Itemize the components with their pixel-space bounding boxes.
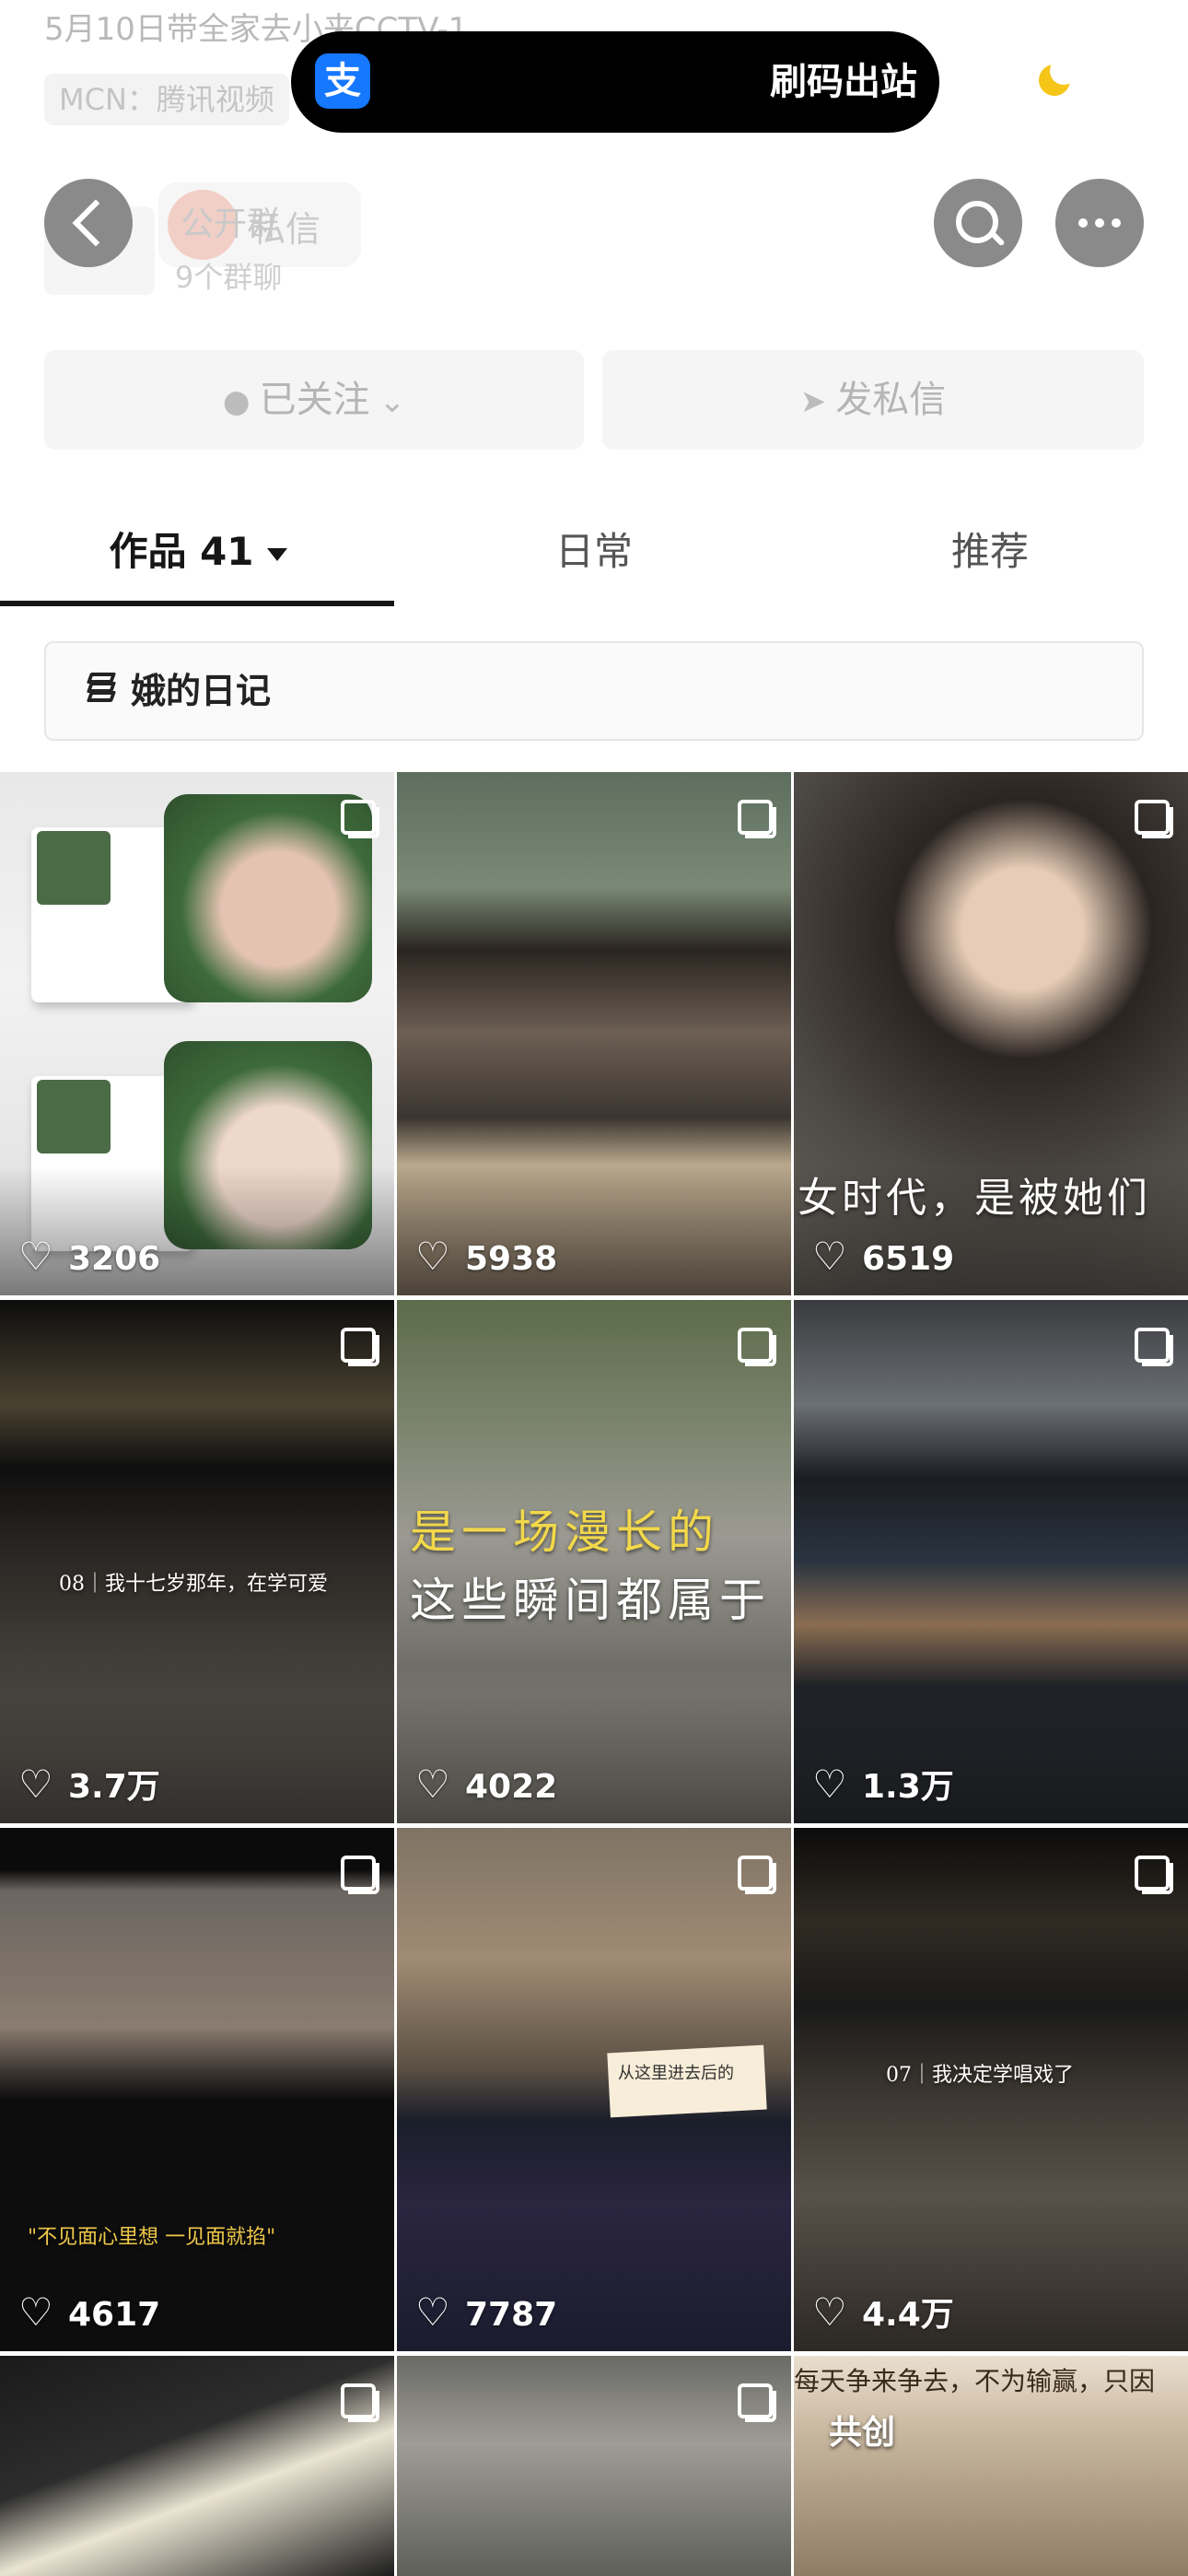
multi-image-icon bbox=[738, 800, 776, 838]
tab-recommend[interactable]: 推荐 bbox=[792, 498, 1188, 606]
like-count: ♡ 4022 bbox=[415, 1762, 558, 1807]
video-caption-secondary: 这些瞬间都属于 bbox=[410, 1574, 771, 1627]
video-caption: 08｜我十七岁那年，在学可爱 bbox=[59, 1573, 328, 1596]
like-count: ♡ 5938 bbox=[415, 1234, 558, 1279]
back-button[interactable] bbox=[44, 179, 133, 267]
pill-label: 刷码出站 bbox=[770, 61, 917, 103]
video-caption: 女时代，是被她们 bbox=[798, 1175, 1151, 1222]
dynamic-island-banner[interactable]: 支 刷码出站 bbox=[291, 31, 939, 133]
heart-icon: ♡ bbox=[415, 1234, 450, 1279]
heart-icon: ♡ bbox=[812, 1234, 847, 1279]
co-creation-badge: 共创 bbox=[829, 2414, 896, 2452]
active-tab-indicator bbox=[0, 601, 394, 606]
video-thumbnail[interactable]: ♡ 3206 bbox=[0, 772, 394, 1295]
caret-down-icon bbox=[266, 547, 287, 561]
heart-icon: ♡ bbox=[812, 1762, 847, 1807]
dm-label: 发私信 bbox=[835, 379, 947, 421]
like-count: ♡ 4617 bbox=[18, 2289, 161, 2335]
video-thumbnail[interactable]: 每天争来争去，不为输赢，只因 共创 bbox=[794, 2356, 1188, 2576]
send-icon: ➤ bbox=[799, 383, 827, 420]
profile-tabs: 作品 41 日常 推荐 bbox=[0, 498, 1188, 610]
video-caption: 每天争来争去，不为输赢，只因 bbox=[794, 2366, 1156, 2396]
like-count: ♡ 3.7万 bbox=[18, 1762, 160, 1807]
multi-image-icon bbox=[738, 1328, 776, 1366]
user-check-icon: ● bbox=[222, 383, 250, 420]
like-count: ♡ 1.3万 bbox=[812, 1762, 954, 1807]
video-thumbnail[interactable]: ♡ 1.3万 bbox=[794, 1300, 1188, 1823]
heart-icon: ♡ bbox=[18, 2289, 53, 2335]
multi-image-icon bbox=[738, 2383, 776, 2422]
video-caption: 07｜我决定学唱戏了 bbox=[886, 2064, 1074, 2087]
heart-icon: ♡ bbox=[18, 1762, 53, 1807]
video-thumbnail[interactable]: 07｜我决定学唱戏了 ♡ 4.4万 bbox=[794, 1828, 1188, 2351]
like-count: ♡ 7787 bbox=[415, 2289, 558, 2335]
follow-label: 已关注 bbox=[259, 379, 370, 421]
multi-image-icon bbox=[341, 1328, 379, 1366]
tab-works-label: 作品 41 bbox=[109, 529, 254, 574]
like-count: ♡ 4.4万 bbox=[812, 2289, 954, 2335]
like-count: ♡ 3206 bbox=[18, 1234, 161, 1279]
video-thumbnail[interactable]: 08｜我十七岁那年，在学可爱 ♡ 3.7万 bbox=[0, 1300, 394, 1823]
video-thumbnail[interactable] bbox=[0, 2356, 394, 2576]
alipay-icon: 支 bbox=[315, 53, 370, 109]
tab-works[interactable]: 作品 41 bbox=[0, 498, 396, 606]
video-grid: ♡ 3206 ♡ 5938 女时代，是被她们 ♡ 6519 08｜我十七岁那年，在学可… bbox=[0, 772, 1188, 2576]
multi-image-icon bbox=[1135, 800, 1173, 838]
group-count: 9个群聊 bbox=[175, 260, 283, 295]
video-thumbnail[interactable]: 从这里进去后的 ♡ 7787 bbox=[397, 1828, 791, 2351]
group-message-label: 私信 bbox=[250, 209, 321, 250]
video-thumbnail[interactable]: ♡ 5938 bbox=[397, 772, 791, 1295]
multi-image-icon bbox=[341, 1856, 379, 1894]
collection-chip[interactable]: 娥的日记 bbox=[44, 641, 1144, 741]
collection-label: 娥的日记 bbox=[131, 671, 272, 711]
heart-icon: ♡ bbox=[415, 2289, 450, 2335]
video-thumbnail[interactable]: 女时代，是被她们 ♡ 6519 bbox=[794, 772, 1188, 1295]
tab-daily[interactable]: 日常 bbox=[396, 498, 792, 606]
multi-image-icon bbox=[341, 800, 379, 838]
like-count: ♡ 6519 bbox=[812, 1234, 955, 1279]
video-thumbnail[interactable]: "不见面心里想 一见面就掐" ♡ 4617 bbox=[0, 1828, 394, 2351]
chevron-down-icon: ⌄ bbox=[379, 383, 406, 420]
video-caption: 从这里进去后的 bbox=[618, 2064, 734, 2083]
heart-icon: ♡ bbox=[812, 2289, 847, 2335]
video-caption: "不见面心里想 一见面就掐" bbox=[28, 2226, 276, 2249]
search-button[interactable] bbox=[934, 179, 1022, 267]
multi-image-icon bbox=[341, 2383, 379, 2422]
video-caption: 是一场漫长的 bbox=[410, 1505, 719, 1559]
heart-icon: ♡ bbox=[415, 1762, 450, 1807]
video-thumbnail[interactable] bbox=[397, 2356, 791, 2576]
moon-icon bbox=[1039, 57, 1077, 96]
multi-image-icon bbox=[1135, 1856, 1173, 1894]
multi-image-icon bbox=[738, 1856, 776, 1894]
followed-button[interactable]: ● 已关注 ⌄ bbox=[44, 350, 584, 450]
send-message-button[interactable]: ➤ 发私信 bbox=[602, 350, 1144, 450]
heart-icon: ♡ bbox=[18, 1234, 53, 1279]
more-icon bbox=[1078, 218, 1121, 228]
profile-header: 5月10日带全家去小来CCTV-1 MCN：腾讯视频 支 刷码出站 公开群 私信… bbox=[0, 0, 1188, 479]
layers-icon bbox=[83, 673, 120, 709]
more-button[interactable] bbox=[1055, 179, 1144, 267]
video-thumbnail[interactable]: 是一场漫长的 这些瞬间都属于 ♡ 4022 bbox=[397, 1300, 791, 1823]
multi-image-icon bbox=[1135, 1328, 1173, 1366]
mcn-label: MCN：腾讯视频 bbox=[44, 74, 289, 125]
